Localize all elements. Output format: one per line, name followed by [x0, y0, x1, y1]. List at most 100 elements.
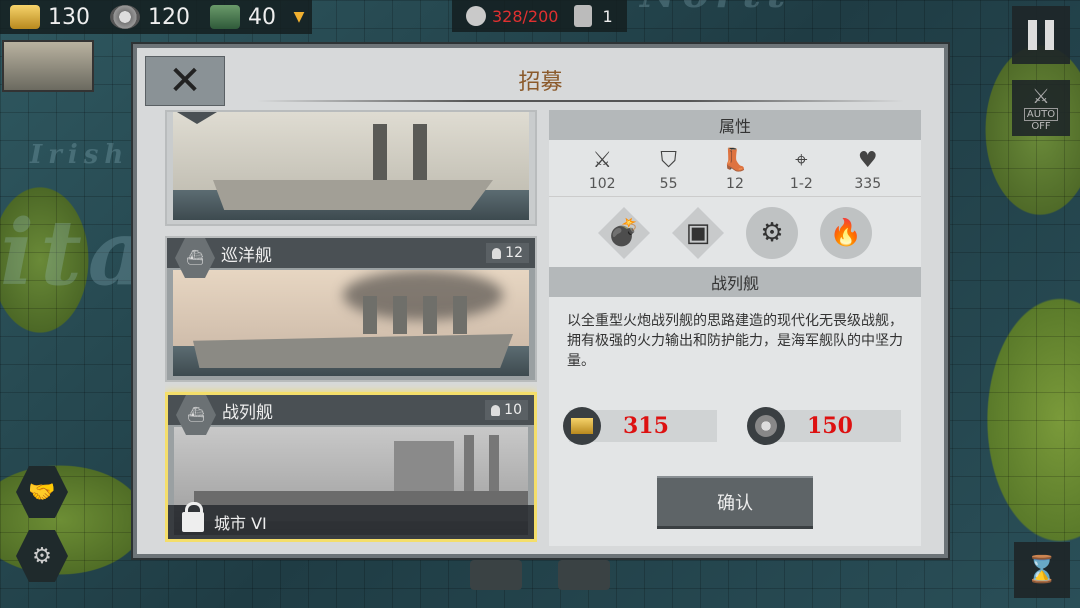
movement-stat: 👢 12: [720, 146, 750, 193]
resource-dropdown[interactable]: ▼: [286, 0, 312, 34]
card-icon: [574, 5, 593, 27]
ship-name: 战列舰: [222, 402, 273, 423]
gold-value: 130: [48, 4, 90, 30]
gold-cost-value: 315: [623, 413, 669, 439]
movement-value: 12: [726, 176, 744, 192]
population-value: 328/200: [492, 6, 559, 26]
ship-image: [173, 270, 529, 376]
funnel: [453, 296, 467, 334]
ship-card-cruiser[interactable]: ⛴ 巡洋舰 12: [165, 236, 537, 382]
artillery-icon[interactable]: ⚙: [746, 207, 798, 259]
unit-description: 以全重型火炮战列舰的思路建造的现代化无畏级战舰，拥有极强的火力输出和防护能力，是…: [567, 313, 903, 369]
cards-value: 1: [602, 6, 613, 26]
auto-label: AUTO: [1023, 108, 1059, 121]
gold-icon: [10, 5, 40, 29]
defense-value: 55: [659, 176, 678, 192]
crosshair-icon: ⌖: [795, 147, 808, 173]
gold-bar: [571, 418, 593, 434]
crossed-swords-icon: ⚔: [1032, 84, 1050, 108]
gold-icon: [563, 407, 601, 445]
tech-value: 40: [248, 4, 276, 30]
title-divider: [257, 100, 904, 102]
attack-value: 102: [588, 176, 616, 192]
map-label-ita: ita: [0, 200, 153, 306]
pause-icon: [1028, 20, 1037, 50]
superstructure: [394, 441, 454, 491]
gold-cost: 315: [563, 407, 717, 445]
book-icon: [210, 5, 240, 29]
end-turn-button[interactable]: ⌛: [1014, 542, 1070, 598]
armor-icon[interactable]: ▣: [672, 207, 724, 259]
defense-stat: ⛉ 55: [654, 146, 684, 193]
heart-icon: ♥: [857, 147, 878, 173]
resource-bar: 130 120 40 ▼: [0, 0, 312, 34]
handshake-icon: 🤝: [28, 479, 56, 505]
stats-row: ⚔ 102 ⛉ 55 👢 12 ⌖ 1-2 ♥ 335: [549, 140, 921, 196]
person-icon: [491, 404, 501, 416]
attributes-header: 属性: [549, 110, 921, 140]
gold-resource: 130: [0, 0, 100, 34]
owned-count: 12: [486, 243, 529, 263]
steel-cost: 150: [747, 407, 901, 445]
attack-stat: ⚔ 102: [587, 146, 617, 193]
map-label-north: Nortt: [640, 0, 791, 17]
health-stat: ♥ 335: [853, 146, 883, 193]
wrench-icon: ⚙: [32, 543, 52, 569]
gear-icon: [747, 407, 785, 445]
owned-count-value: 12: [505, 245, 523, 261]
cannon-icon[interactable]: 💣: [598, 207, 650, 259]
hourglass-icon: ⌛: [1025, 555, 1059, 585]
hull: [193, 334, 513, 368]
owned-count: 10: [485, 400, 528, 420]
ship-header: ⛴ 战列舰 10: [168, 395, 534, 435]
abilities-row: 💣 ▣ ⚙ 🔥: [549, 196, 921, 267]
funnel: [363, 296, 377, 334]
unit-details-panel: 属性 ⚔ 102 ⛉ 55 👢 12 ⌖ 1-2 ♥ 335 💣 ▣ ⚙ 🔥 战…: [549, 110, 921, 546]
funnel: [489, 435, 499, 491]
pause-icon-bar: [1045, 20, 1054, 50]
map-action-button[interactable]: [470, 560, 522, 590]
ship-card-0[interactable]: [165, 110, 537, 226]
gear-shape: [755, 415, 777, 437]
unit-thumbnail[interactable]: [2, 40, 94, 92]
steel-resource: 120: [100, 0, 200, 34]
unlock-requirement-text: 城市 VI: [214, 514, 267, 533]
steel-value: 120: [148, 4, 190, 30]
funnel: [373, 124, 387, 180]
ship-name: 巡洋舰: [221, 245, 272, 266]
steel-cost-value: 150: [807, 413, 853, 439]
ship-card-battleship[interactable]: ⛴ 战列舰 10 城市 VI: [165, 392, 537, 542]
health-value: 335: [854, 176, 882, 192]
chevron-down-icon: ▼: [293, 9, 305, 25]
ship-header: ⛴ 巡洋舰 12: [167, 238, 535, 278]
funnel: [413, 124, 427, 180]
range-stat: ⌖ 1-2: [786, 146, 816, 193]
confirm-button[interactable]: 确认: [657, 476, 813, 526]
funnel: [423, 296, 437, 334]
auto-state: OFF: [1031, 121, 1051, 132]
owned-count-value: 10: [504, 402, 522, 418]
range-value: 1-2: [789, 176, 813, 192]
hull: [213, 180, 493, 210]
gear-icon: [110, 5, 140, 29]
funnel: [393, 296, 407, 334]
fire-icon[interactable]: 🔥: [820, 207, 872, 259]
auto-button[interactable]: ⚔ AUTO OFF: [1012, 80, 1070, 136]
lock-icon: [182, 502, 204, 532]
unit-name-header: 战列舰: [549, 267, 921, 297]
dialog-title: 招募: [518, 70, 563, 95]
map-action-button[interactable]: [558, 560, 610, 590]
pause-button[interactable]: [1012, 6, 1070, 64]
boot-icon: 👢: [721, 147, 749, 173]
person-icon: [492, 247, 502, 259]
unlock-requirement: 城市 VI: [168, 502, 534, 539]
tech-resource: 40: [200, 0, 286, 34]
cost-row: 315 150: [563, 407, 901, 445]
person-icon: [466, 6, 486, 26]
ship-list[interactable]: ⛴ 巡洋舰 12 ⛴ 战列舰 10 城市 VI: [165, 110, 537, 542]
funnel: [464, 435, 474, 491]
shield-icon: ⛉: [660, 147, 677, 173]
sword-icon: ⚔: [592, 147, 613, 173]
ship-image: [173, 112, 529, 220]
population-bar: 328/200 1: [452, 0, 627, 32]
